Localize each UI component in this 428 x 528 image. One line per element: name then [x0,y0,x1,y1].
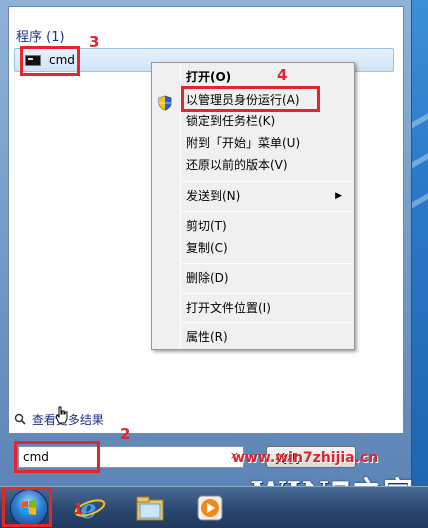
annotation-number-1: 1 [73,500,84,518]
annotation-number-2: 2 [120,425,131,443]
annotation-box-1 [2,487,52,527]
menu-separator [182,181,352,182]
menu-separator [182,263,352,264]
media-player-icon[interactable] [192,492,228,524]
programs-section-title: 程序 (1) [16,30,65,45]
annotation-box-3 [20,46,80,76]
menu-item-cut[interactable]: 剪切(T) [186,216,352,236]
annotation-box-2 [14,441,100,473]
menu-separator [182,322,352,323]
menu-item-open[interactable]: 打开(O) [186,67,352,87]
menu-item-pin-taskbar[interactable]: 锁定到任务栏(K) [186,111,352,131]
annotation-box-4 [181,86,320,112]
menu-separator [182,293,352,294]
menu-separator [182,211,352,212]
hand-cursor-icon [55,406,69,424]
menu-item-pin-start[interactable]: 附到「开始」菜单(U) [186,133,352,153]
menu-item-send-to-label: 发送到(N) [186,189,241,203]
watermark-url: www.win7zhijia.cn [232,450,379,466]
menu-item-restore-versions[interactable]: 还原以前的版本(V) [186,155,352,175]
search-icon [14,413,28,428]
uac-shield-icon [158,95,172,111]
submenu-arrow-icon: ▶ [335,191,342,201]
menu-item-copy[interactable]: 复制(C) [186,238,352,258]
menu-item-delete[interactable]: 删除(D) [186,268,352,288]
taskbar: e [0,486,428,528]
menu-item-open-file-location[interactable]: 打开文件位置(I) [186,298,352,318]
menu-item-properties[interactable]: 属性(R) [186,327,352,347]
annotation-number-3: 3 [89,33,100,51]
annotation-number-4: 4 [277,66,288,84]
explorer-icon[interactable] [132,492,168,524]
menu-item-send-to[interactable]: 发送到(N) ▶ [186,186,352,206]
